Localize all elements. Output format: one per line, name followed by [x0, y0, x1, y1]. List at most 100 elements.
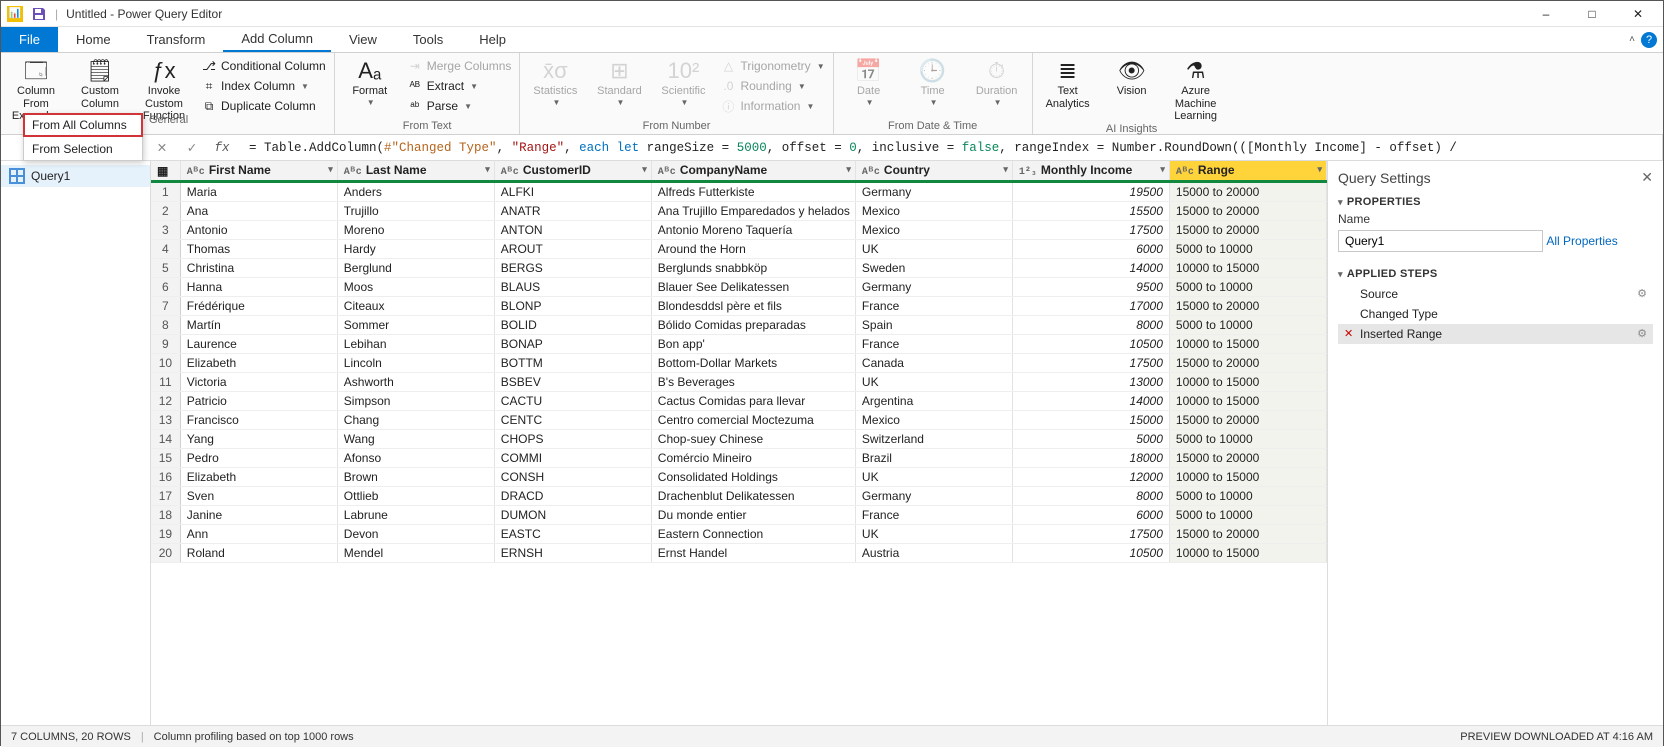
cell[interactable]: 5000 to 10000 — [1169, 316, 1326, 335]
cell[interactable]: 10000 to 15000 — [1169, 259, 1326, 278]
conditional-column-button[interactable]: ⎇Conditional Column — [199, 57, 328, 75]
from-selection-item[interactable]: From Selection — [24, 138, 142, 160]
filter-icon[interactable]: ▾ — [642, 164, 647, 175]
vision-button[interactable]: 👁Vision — [1103, 55, 1161, 98]
row-number[interactable]: 5 — [151, 259, 180, 278]
cell[interactable]: Canada — [855, 354, 1012, 373]
cell[interactable]: 5000 to 10000 — [1169, 487, 1326, 506]
cell[interactable]: BONAP — [494, 335, 651, 354]
cell[interactable]: 15000 to 20000 — [1169, 202, 1326, 221]
cell[interactable]: Cactus Comidas para llevar — [651, 392, 855, 411]
cell[interactable]: BERGS — [494, 259, 651, 278]
cell[interactable]: Alfreds Futterkiste — [651, 182, 855, 202]
cell[interactable]: Devon — [337, 525, 494, 544]
cell[interactable]: 13000 — [1012, 373, 1169, 392]
applied-steps-section[interactable]: APPLIED STEPS — [1338, 268, 1653, 280]
row-number[interactable]: 4 — [151, 240, 180, 259]
cell[interactable]: Bon app' — [651, 335, 855, 354]
table-row[interactable]: 5ChristinaBerglundBERGSBerglunds snabbkö… — [151, 259, 1327, 278]
cell[interactable]: Maria — [180, 182, 337, 202]
cell[interactable]: Hanna — [180, 278, 337, 297]
row-number[interactable]: 15 — [151, 449, 180, 468]
table-row[interactable]: 10ElizabethLincolnBOTTMBottom-Dollar Mar… — [151, 354, 1327, 373]
filter-icon[interactable]: ▾ — [1317, 164, 1322, 175]
close-button[interactable]: ✕ — [1615, 1, 1661, 27]
cell[interactable]: Antonio — [180, 221, 337, 240]
row-number[interactable]: 2 — [151, 202, 180, 221]
query-name-input[interactable] — [1338, 230, 1543, 252]
cell[interactable]: 10000 to 15000 — [1169, 544, 1326, 563]
row-number[interactable]: 17 — [151, 487, 180, 506]
row-number[interactable]: 10 — [151, 354, 180, 373]
cell[interactable]: Martín — [180, 316, 337, 335]
cell[interactable]: Labrune — [337, 506, 494, 525]
table-row[interactable]: 11VictoriaAshworthBSBEVB's BeveragesUK13… — [151, 373, 1327, 392]
cell[interactable]: 5000 — [1012, 430, 1169, 449]
cell[interactable]: 15000 to 20000 — [1169, 297, 1326, 316]
cell[interactable]: Trujillo — [337, 202, 494, 221]
cell[interactable]: DUMON — [494, 506, 651, 525]
cell[interactable]: CENTC — [494, 411, 651, 430]
cell[interactable]: ANATR — [494, 202, 651, 221]
save-icon[interactable] — [31, 6, 47, 22]
collapse-ribbon-icon[interactable]: ˄ — [1623, 34, 1641, 45]
cell[interactable]: Sweden — [855, 259, 1012, 278]
cell[interactable]: Bólido Comidas preparadas — [651, 316, 855, 335]
tab-transform[interactable]: Transform — [129, 27, 224, 52]
cell[interactable]: BSBEV — [494, 373, 651, 392]
row-number[interactable]: 8 — [151, 316, 180, 335]
cell[interactable]: B's Beverages — [651, 373, 855, 392]
cell[interactable]: Switzerland — [855, 430, 1012, 449]
cell[interactable]: UK — [855, 525, 1012, 544]
col-monthly-income[interactable]: 1²₃Monthly Income▾ — [1012, 161, 1169, 182]
cell[interactable]: Austria — [855, 544, 1012, 563]
cell[interactable]: CACTU — [494, 392, 651, 411]
table-row[interactable]: 4ThomasHardyAROUTAround the HornUK600050… — [151, 240, 1327, 259]
cell[interactable]: Thomas — [180, 240, 337, 259]
cell[interactable]: Du monde entier — [651, 506, 855, 525]
filter-icon[interactable]: ▾ — [1003, 164, 1008, 175]
cell[interactable]: Wang — [337, 430, 494, 449]
cell[interactable]: Moreno — [337, 221, 494, 240]
table-row[interactable]: 1MariaAndersALFKIAlfreds FutterkisteGerm… — [151, 182, 1327, 202]
table-row[interactable]: 6HannaMoosBLAUSBlauer See DelikatessenGe… — [151, 278, 1327, 297]
cell[interactable]: Patricio — [180, 392, 337, 411]
cell[interactable]: 9500 — [1012, 278, 1169, 297]
filter-icon[interactable]: ▾ — [846, 164, 851, 175]
formula-text[interactable]: = Table.AddColumn(#"Changed Type", "Rang… — [241, 141, 1654, 155]
tab-tools[interactable]: Tools — [395, 27, 461, 52]
table-row[interactable]: 9LaurenceLebihanBONAPBon app'France10500… — [151, 335, 1327, 354]
cell[interactable]: Sommer — [337, 316, 494, 335]
cell[interactable]: Citeaux — [337, 297, 494, 316]
cell[interactable]: 15000 to 20000 — [1169, 182, 1326, 202]
cell[interactable]: 17500 — [1012, 221, 1169, 240]
cell[interactable]: ERNSH — [494, 544, 651, 563]
cell[interactable]: Yang — [180, 430, 337, 449]
cell[interactable]: Laurence — [180, 335, 337, 354]
cell[interactable]: COMMI — [494, 449, 651, 468]
cell[interactable]: 15000 to 20000 — [1169, 354, 1326, 373]
col-country[interactable]: AᴮcCountry▾ — [855, 161, 1012, 182]
cell[interactable]: 5000 to 10000 — [1169, 506, 1326, 525]
cell[interactable]: 10000 to 15000 — [1169, 468, 1326, 487]
cell[interactable]: Janine — [180, 506, 337, 525]
cell[interactable]: Centro comercial Moctezuma — [651, 411, 855, 430]
tab-help[interactable]: Help — [461, 27, 524, 52]
cell[interactable]: France — [855, 335, 1012, 354]
cell[interactable]: 10500 — [1012, 544, 1169, 563]
cell[interactable]: Antonio Moreno Taquería — [651, 221, 855, 240]
table-row[interactable]: 8MartínSommerBOLIDBólido Comidas prepara… — [151, 316, 1327, 335]
cell[interactable]: Frédérique — [180, 297, 337, 316]
step-source[interactable]: Source⚙ — [1338, 284, 1653, 304]
cell[interactable]: 14000 — [1012, 392, 1169, 411]
cell[interactable]: Germany — [855, 278, 1012, 297]
cell[interactable]: Mendel — [337, 544, 494, 563]
cell[interactable]: Comércio Mineiro — [651, 449, 855, 468]
cell[interactable]: UK — [855, 373, 1012, 392]
extract-button[interactable]: ᴬᴮExtract▼ — [405, 77, 514, 95]
cell[interactable]: ALFKI — [494, 182, 651, 202]
cell[interactable]: Bottom-Dollar Markets — [651, 354, 855, 373]
format-button[interactable]: Aₐ Format▼ — [341, 55, 399, 107]
row-number[interactable]: 19 — [151, 525, 180, 544]
cell[interactable]: 5000 to 10000 — [1169, 240, 1326, 259]
